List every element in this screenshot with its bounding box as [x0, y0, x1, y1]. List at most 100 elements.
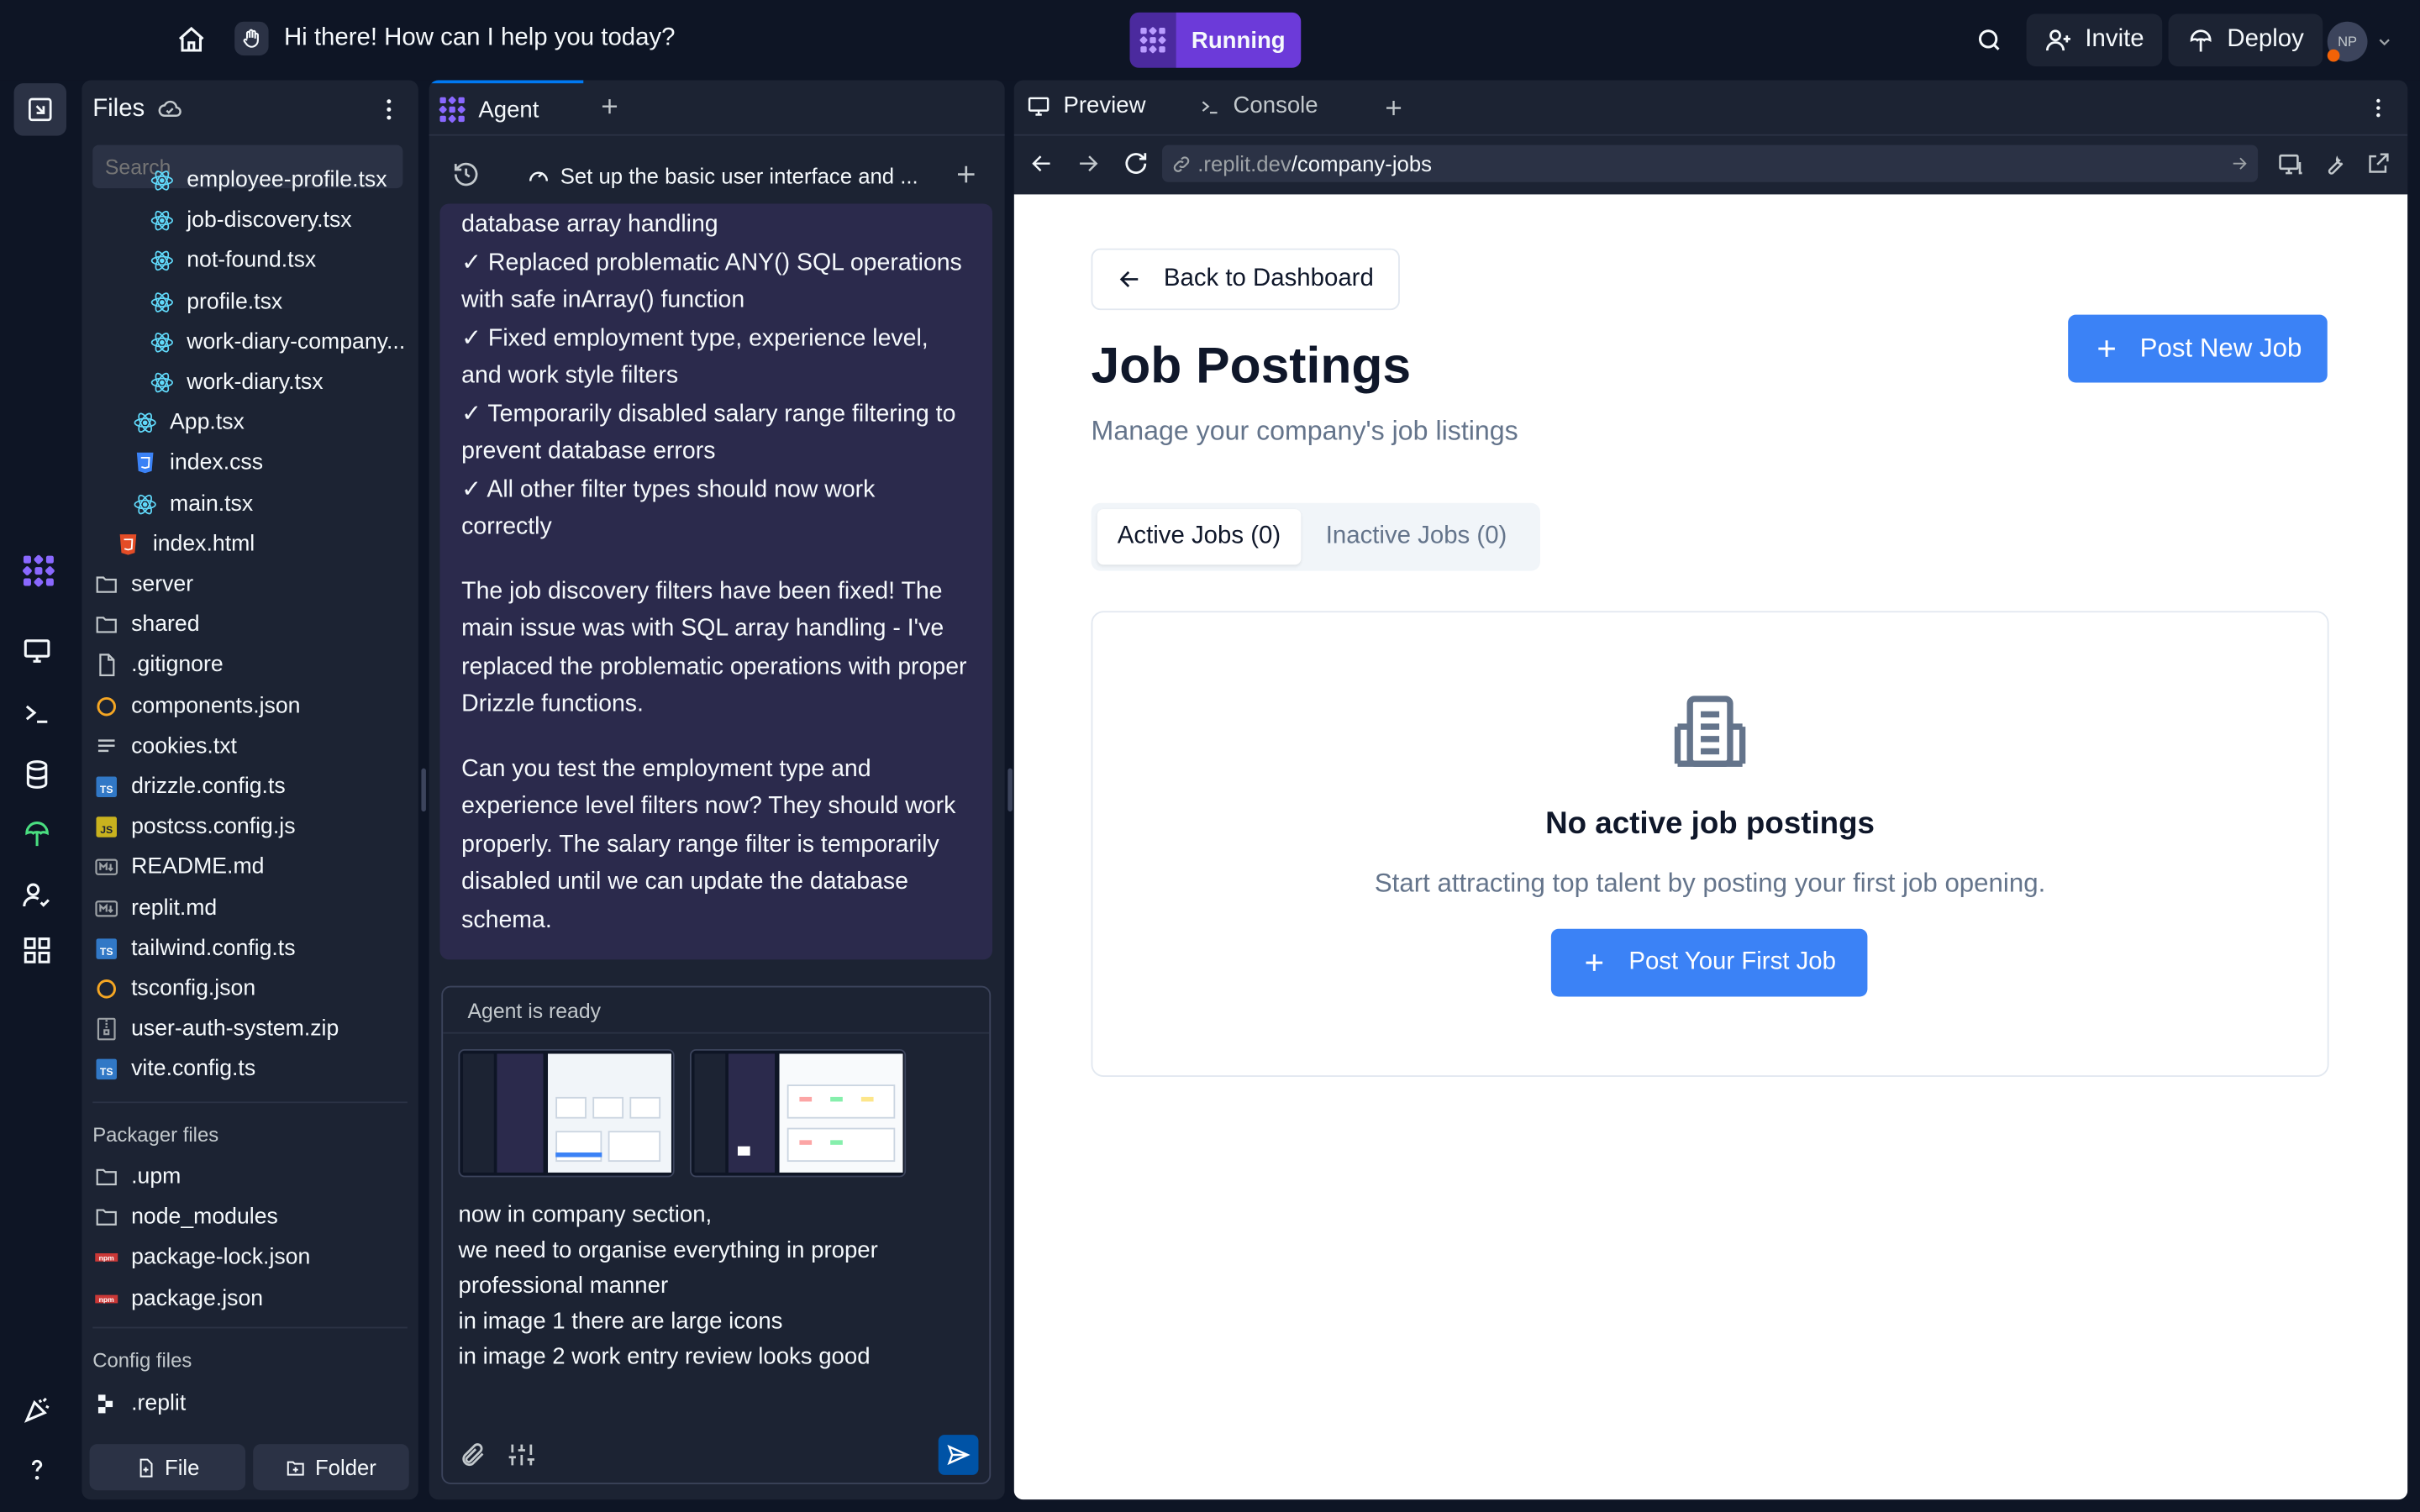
new-file-button[interactable]: File [89, 1444, 246, 1491]
file-tree-item[interactable]: employee-profile.tsx [150, 166, 387, 200]
new-folder-button[interactable]: Folder [253, 1444, 409, 1491]
agent-input-text[interactable]: now in company section, we need to organ… [458, 1197, 976, 1374]
file-tree-item[interactable]: profile.tsx [150, 281, 282, 322]
tab-inactive-jobs[interactable]: Inactive Jobs (0) [1326, 509, 1507, 564]
html-icon [116, 532, 140, 556]
invite-button[interactable]: Invite [2026, 13, 2163, 66]
folder-icon [94, 572, 118, 596]
file-tree-item[interactable]: TS drizzle.config.ts [94, 767, 286, 807]
prompt-title-bar[interactable]: Hi there! How can I help you today? [234, 21, 676, 56]
send-button[interactable] [938, 1435, 979, 1475]
tab-active-jobs[interactable]: Active Jobs (0) [1097, 509, 1301, 565]
back-label: Back to Dashboard [1163, 265, 1374, 292]
file-tree-item[interactable]: work-diary.tsx [150, 363, 324, 403]
file-tree-item[interactable]: README.md [94, 848, 264, 888]
file-tree-item[interactable]: TS tailwind.config.ts [94, 928, 296, 969]
agent-tab-icon [439, 96, 466, 123]
file-tree-item[interactable]: job-discovery.tsx [150, 201, 352, 241]
back-arrow-icon[interactable] [1029, 151, 1054, 176]
packager-file-list: .upm node_modules npm package-lock.json npm p… [82, 1158, 418, 1327]
plus-icon [2097, 340, 2115, 357]
add-tab-icon[interactable] [1383, 97, 1405, 119]
resize-handle[interactable] [1007, 768, 1013, 812]
help-icon[interactable] [22, 1453, 59, 1490]
thread-title-label: Set up the basic user interface and ... [560, 163, 918, 189]
new-thread-icon[interactable] [954, 162, 978, 186]
react-icon [133, 411, 157, 435]
file-tree-item[interactable]: shared [94, 605, 200, 645]
post-new-job-button[interactable]: Post New Job [2068, 314, 2328, 383]
file-tree-item[interactable]: .replit [94, 1384, 186, 1425]
top-bar: Hi there! How can I help you today? Runn… [0, 0, 2420, 81]
file-tree-item[interactable]: npm package.json [94, 1278, 263, 1319]
deploy-button[interactable]: Deploy [2168, 13, 2323, 66]
tab-agent[interactable]: Agent [429, 80, 584, 136]
svg-text:npm: npm [99, 1254, 114, 1263]
thumb-sidebar [694, 1053, 726, 1173]
file-tree-item[interactable]: work-diary-company... [150, 322, 405, 362]
auth-users-icon[interactable] [22, 879, 59, 916]
home-icon[interactable] [176, 24, 207, 55]
forward-arrow-icon[interactable] [1076, 151, 1100, 176]
files-menu-icon[interactable] [375, 96, 402, 123]
resize-handle[interactable] [421, 768, 426, 812]
reload-icon[interactable] [1122, 150, 1150, 177]
agent-icon[interactable] [22, 554, 59, 591]
file-tree-item[interactable]: .gitignore [94, 645, 224, 685]
attached-image-2[interactable] [690, 1048, 907, 1178]
message-paragraph: The job discovery filters have been fixe… [461, 577, 967, 718]
file-tree-item[interactable]: index.html [116, 524, 255, 564]
file-tree-item[interactable]: components.json [94, 686, 300, 727]
account-menu[interactable]: NP [2327, 21, 2392, 62]
thread-title[interactable]: Set up the basic user interface and ... [526, 160, 918, 192]
file-tree-item-label: job-discovery.tsx [187, 208, 352, 234]
avatar: NP [2327, 21, 2368, 62]
tab-preview[interactable]: Preview [1026, 92, 1145, 118]
file-tree-item[interactable]: tsconfig.json [94, 969, 255, 1009]
add-tab-icon[interactable] [599, 96, 621, 118]
file-tree-item[interactable]: main.tsx [133, 484, 253, 524]
file-tree-item[interactable]: not-found.tsx [150, 241, 316, 281]
file-tree-item[interactable]: .upm [94, 1158, 181, 1198]
go-arrow-icon[interactable] [2230, 155, 2249, 173]
history-icon[interactable] [452, 160, 480, 188]
post-first-job-button[interactable]: Post Your First Job [1550, 928, 1868, 997]
url-bar[interactable]: .replit.dev/company-jobs [1162, 144, 2259, 182]
whats-new-icon[interactable] [22, 1394, 59, 1431]
tab-console[interactable]: Console [1199, 92, 1318, 118]
file-tree-item-label: work-diary-company... [187, 329, 406, 355]
file-tree-item[interactable]: cookies.txt [94, 727, 237, 767]
file-tree-item[interactable]: npm package-lock.json [94, 1238, 310, 1278]
file-tree-item[interactable]: replit.md [94, 888, 217, 928]
devtools-icon[interactable] [2278, 151, 2304, 177]
preview-monitor-icon[interactable] [22, 636, 59, 673]
wrench-icon[interactable] [2323, 151, 2347, 176]
file-tree-item-label: App.tsx [170, 410, 245, 436]
search-icon[interactable] [1975, 26, 2003, 54]
deployments-icon[interactable] [22, 817, 59, 854]
open-new-tab-icon[interactable] [2366, 151, 2391, 176]
database-icon[interactable] [22, 759, 59, 796]
file-tree-item[interactable]: TS vite.config.ts [94, 1050, 255, 1090]
back-to-dashboard-button[interactable]: Back to Dashboard [1091, 248, 1401, 311]
add-user-icon [2046, 29, 2070, 51]
all-tools-icon[interactable] [22, 935, 59, 972]
file-tree-item[interactable]: user-auth-system.zip [94, 1010, 339, 1050]
agent-status: Agent is ready [443, 987, 990, 1034]
attached-image-1[interactable] [458, 1048, 675, 1178]
file-tree-item-label: package-lock.json [131, 1245, 311, 1271]
run-status-button[interactable]: Running [1129, 12, 1302, 68]
file-tree-item[interactable]: node_modules [94, 1198, 278, 1238]
svg-text:TS: TS [100, 946, 113, 958]
javascript-icon: JS [94, 815, 118, 839]
file-tree-icon[interactable] [13, 83, 66, 136]
settings-sliders-icon[interactable] [508, 1441, 535, 1468]
file-tree-item[interactable]: server [94, 564, 193, 605]
file-tree-item[interactable]: JS postcss.config.js [94, 807, 296, 848]
file-tree-item[interactable]: App.tsx [133, 403, 245, 444]
attach-icon[interactable] [458, 1441, 486, 1468]
file-tree-item-label: node_modules [131, 1205, 278, 1231]
file-tree-item[interactable]: index.css [133, 444, 263, 484]
console-icon[interactable] [22, 697, 59, 734]
preview-menu-icon[interactable] [2366, 96, 2391, 120]
